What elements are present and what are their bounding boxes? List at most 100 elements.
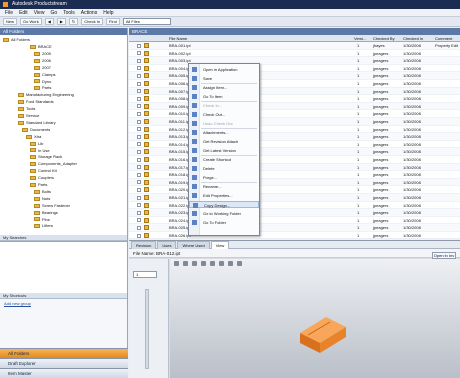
tree-item[interactable]: Control Kit — [30, 168, 57, 174]
tree-item[interactable]: Ford Standards — [18, 99, 54, 105]
row-checkbox[interactable] — [137, 119, 141, 124]
tree-root[interactable]: All Folders — [3, 37, 30, 43]
row-checkbox[interactable] — [137, 127, 141, 132]
row-checkbox[interactable] — [137, 172, 141, 177]
tree-item[interactable]: Storage Rack — [30, 154, 62, 160]
col-checked-in[interactable]: Checked In — [403, 35, 423, 42]
zoom-slider[interactable] — [145, 289, 149, 369]
tree-item[interactable]: Couplers — [30, 175, 54, 181]
go-work-button[interactable]: Go Work — [20, 18, 42, 25]
context-menu-item[interactable]: Get Revision Attach — [189, 138, 259, 145]
table-row[interactable]: BRA-011.ipt 1 jpeagers 1/30/2008 — [129, 118, 460, 126]
table-row[interactable]: BRA-003.ipt 1 jpeagers 1/30/2008 — [129, 57, 460, 65]
table-row[interactable]: BRA-018.ipt 1 jpeagers 1/30/2008 — [129, 171, 460, 179]
context-menu-item[interactable]: Create Shortcut — [189, 156, 259, 163]
row-checkbox[interactable] — [137, 73, 141, 78]
table-row[interactable]: BRA-021.ipt 1 jpeagers 1/30/2008 — [129, 194, 460, 202]
context-menu-item[interactable]: Go to Working Folder — [189, 210, 259, 217]
menu-file[interactable]: File — [5, 9, 13, 16]
table-row[interactable]: BRA-022.ipt 1 jpeagers 1/30/2008 — [129, 202, 460, 210]
tab-revision[interactable]: Revision — [131, 241, 157, 249]
checkin-button[interactable]: Check In — [81, 18, 104, 25]
table-row[interactable]: BRA-020.ipt 1 jpeagers 1/30/2008 — [129, 186, 460, 194]
tree-item[interactable]: Manufacturing Engineering — [18, 92, 74, 98]
row-checkbox[interactable] — [137, 142, 141, 147]
context-menu-item[interactable]: Edit Properties... — [189, 192, 259, 199]
menu-edit[interactable]: Edit — [19, 9, 28, 16]
tree-item[interactable]: Documents — [22, 127, 50, 133]
row-checkbox[interactable] — [137, 134, 141, 139]
open-in-inventor-button[interactable]: Open in Inv — [432, 252, 456, 259]
row-checkbox[interactable] — [137, 165, 141, 170]
tree-item[interactable]: Xtra — [26, 134, 41, 140]
table-row[interactable]: BRA-006.ipt 1 jpeagers 1/30/2008 — [129, 80, 460, 88]
tree-item[interactable]: Parts — [30, 182, 47, 188]
context-menu-item[interactable]: Check Out... — [189, 111, 259, 118]
context-menu-item[interactable]: Purge... — [189, 174, 259, 181]
tree-item[interactable]: Screw Fastener — [34, 203, 70, 209]
tree-item[interactable]: Clamps — [34, 72, 56, 78]
tree-item[interactable]: Pins — [34, 217, 50, 223]
table-row[interactable]: BRA-016.ipt 1 jpeagers 1/30/2008 — [129, 156, 460, 164]
context-menu-item[interactable]: Undo Check Out — [189, 120, 259, 127]
table-row[interactable]: BRA-013.ipt 1 jpeagers 1/30/2008 — [129, 133, 460, 141]
version-select[interactable]: 1 — [133, 271, 157, 278]
table-row[interactable]: BRA-015.ipt 1 jpeagers 1/30/2008 — [129, 148, 460, 156]
tree-item[interactable]: Tools — [18, 106, 35, 112]
context-menu-item[interactable]: Copy Design... — [189, 201, 259, 208]
row-checkbox[interactable] — [137, 218, 141, 223]
back-icon[interactable]: ◀ — [44, 18, 54, 25]
table-row[interactable]: BRA-026.ipt 1 jpeagers 1/30/2008 — [129, 232, 460, 240]
context-menu-item[interactable]: Go To Item — [189, 93, 259, 100]
tree-item[interactable]: 2006 — [34, 58, 51, 64]
row-checkbox[interactable] — [137, 157, 141, 162]
table-row[interactable]: BRA-023.ipt 1 jpeagers 1/30/2008 — [129, 209, 460, 217]
context-menu-item[interactable]: Assign Item... — [189, 84, 259, 91]
3d-viewport[interactable] — [170, 259, 460, 378]
row-checkbox[interactable] — [137, 81, 141, 86]
row-checkbox[interactable] — [137, 180, 141, 185]
forward-icon[interactable]: ▶ — [56, 18, 66, 25]
tree-item[interactable]: In Use — [30, 148, 50, 154]
table-row[interactable]: BRA-025.ipt 1 jpeagers 1/30/2008 — [129, 224, 460, 232]
row-checkbox[interactable] — [137, 195, 141, 200]
nav-item-master[interactable]: Item Master — [0, 368, 128, 378]
menu-help[interactable]: Help — [103, 9, 113, 16]
col-file-name[interactable]: File Name — [169, 35, 187, 42]
row-checkbox[interactable] — [137, 66, 141, 71]
row-checkbox[interactable] — [137, 104, 141, 109]
context-menu-item[interactable]: Rename... — [189, 183, 259, 190]
row-checkbox[interactable] — [137, 43, 141, 48]
tree-item[interactable]: Dyno — [34, 79, 51, 85]
add-group-link[interactable]: Add new group — [0, 299, 127, 308]
col-checked-by[interactable]: Checked By — [373, 35, 395, 42]
row-checkbox[interactable] — [137, 51, 141, 56]
table-row[interactable]: BRA-005.ipt 1 jpeagers 1/30/2008 — [129, 72, 460, 80]
tree-item[interactable]: Bearings — [34, 210, 58, 216]
row-checkbox[interactable] — [137, 210, 141, 215]
row-checkbox[interactable] — [137, 233, 141, 238]
tree-item[interactable]: 2007 — [34, 65, 51, 71]
tree-item[interactable]: Lib — [30, 141, 43, 147]
context-menu-item[interactable]: Delete — [189, 165, 259, 172]
context-menu-item[interactable]: Open in Application — [189, 66, 259, 73]
table-row[interactable]: BRA-004.ipt 1 jpeagers 1/30/2008 — [129, 65, 460, 73]
table-row[interactable]: BRA-008.ipt 1 jpeagers 1/30/2008 — [129, 95, 460, 103]
tab-view[interactable]: View — [210, 241, 230, 249]
tree-item[interactable]: Parts — [34, 85, 51, 91]
nav-draft-explorer[interactable]: Draft Explorer — [0, 358, 128, 368]
menu-go[interactable]: Go — [50, 9, 57, 16]
col-comment[interactable]: Comment — [435, 35, 452, 42]
tree-item[interactable]: Nuts — [34, 196, 50, 202]
menu-view[interactable]: View — [34, 9, 45, 16]
row-checkbox[interactable] — [137, 111, 141, 116]
find-button[interactable]: Find — [106, 18, 120, 25]
tree-item[interactable]: 2005 — [34, 51, 51, 57]
tree-item[interactable]: Lifters — [34, 223, 53, 229]
table-row[interactable]: BRA-010.ipt 1 jpeagers 1/30/2008 — [129, 110, 460, 118]
row-checkbox[interactable] — [137, 149, 141, 154]
row-checkbox[interactable] — [137, 187, 141, 192]
col-version[interactable]: Versi... — [354, 35, 366, 42]
menu-tools[interactable]: Tools — [63, 9, 75, 16]
row-checkbox[interactable] — [137, 89, 141, 94]
